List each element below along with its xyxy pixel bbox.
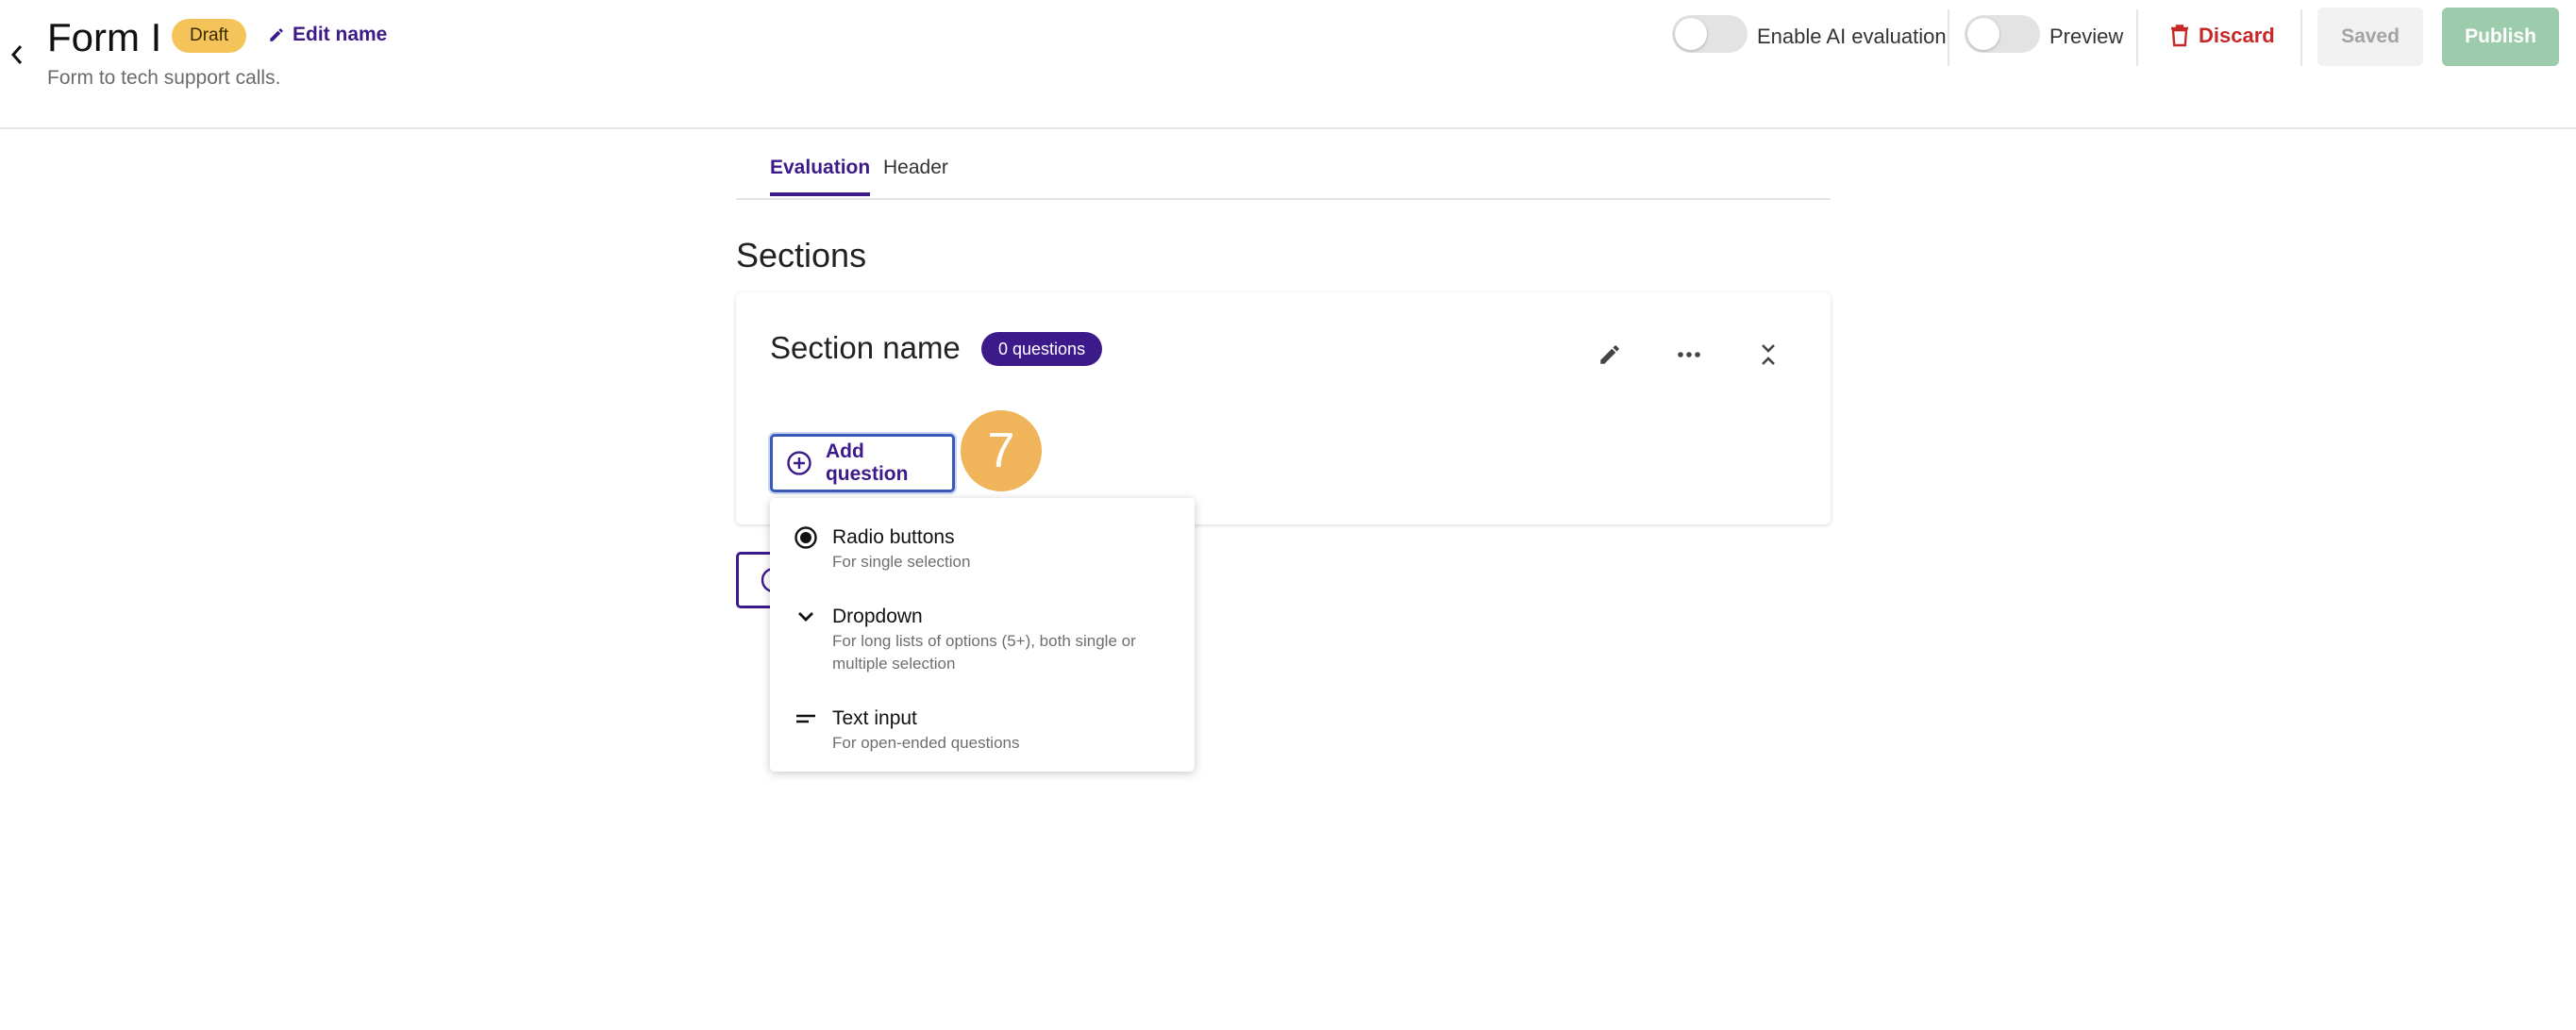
divider (1948, 9, 1949, 66)
menu-item-dropdown[interactable]: Dropdown For long lists of options (5+),… (770, 594, 1195, 689)
form-title: Form I (47, 15, 162, 59)
menu-item-label: Radio buttons (832, 526, 955, 548)
tab-bar: Evaluation Header (736, 151, 1831, 200)
form-description: Form to tech support calls. (47, 67, 281, 89)
add-question-button[interactable]: Add question (770, 434, 955, 492)
pencil-icon (270, 28, 283, 42)
step-marker: 7 (961, 410, 1042, 491)
collapse-section-button[interactable] (1749, 336, 1787, 374)
menu-item-description: For open-ended questions (832, 734, 1020, 752)
toggle-knob (1675, 18, 1707, 50)
ai-evaluation-toggle[interactable] (1672, 15, 1748, 53)
discard-button[interactable]: Discard (2170, 19, 2275, 53)
sections-heading: Sections (736, 236, 867, 274)
short-text-icon (793, 706, 819, 732)
add-circle-icon (787, 451, 811, 475)
discard-label: Discard (2199, 24, 2275, 47)
add-question-label: Add question (825, 440, 909, 485)
saved-button[interactable]: Saved (2317, 8, 2423, 66)
collapse-icon (1762, 344, 1775, 365)
back-button[interactable] (6, 40, 28, 70)
section-card: Section name 0 questions Add question (736, 292, 1831, 524)
question-type-menu: Radio buttons For single selection Dropd… (770, 498, 1195, 772)
more-horizontal-icon (1678, 352, 1700, 357)
menu-item-text-input[interactable]: Text input For open-ended questions (770, 696, 1195, 766)
edit-section-button[interactable] (1591, 336, 1629, 374)
chevron-down-icon (793, 604, 819, 630)
menu-item-label: Text input (832, 707, 917, 729)
edit-name-label: Edit name (293, 24, 388, 45)
menu-item-label: Dropdown (832, 606, 923, 627)
pencil-icon (1600, 345, 1619, 364)
question-count-badge: 0 questions (981, 332, 1103, 366)
chevron-left-icon (10, 45, 23, 64)
radio-icon (793, 524, 819, 551)
publish-button[interactable]: Publish (2442, 8, 2559, 66)
preview-toggle[interactable] (1965, 15, 2040, 53)
edit-name-button[interactable]: Edit name (268, 21, 387, 49)
ai-evaluation-label: Enable AI evaluation (1757, 25, 1947, 48)
preview-label: Preview (2049, 25, 2124, 48)
menu-item-radio-buttons[interactable]: Radio buttons For single selection (770, 515, 1195, 589)
status-badge: Draft (172, 19, 247, 53)
divider (2300, 9, 2302, 66)
tab-evaluation[interactable]: Evaluation (770, 157, 871, 196)
toggle-knob (1967, 18, 1999, 50)
tab-header[interactable]: Header (883, 157, 948, 192)
more-options-button[interactable] (1670, 336, 1708, 374)
top-header: Form I Draft Edit name Form to tech supp… (0, 0, 2576, 129)
menu-item-description: For single selection (832, 553, 971, 571)
divider (2136, 9, 2138, 66)
trash-icon (2171, 25, 2188, 47)
menu-item-description: For long lists of options (5+), both sin… (832, 632, 1136, 673)
section-name: Section name (770, 330, 961, 365)
